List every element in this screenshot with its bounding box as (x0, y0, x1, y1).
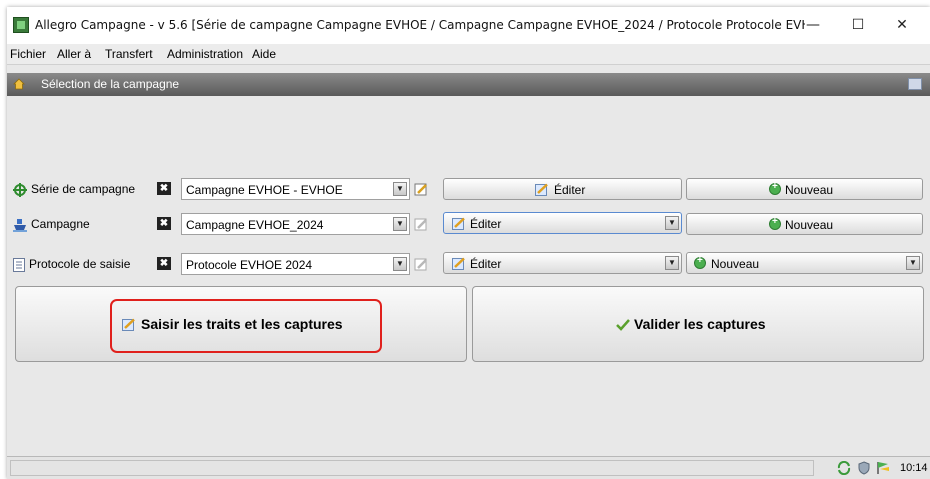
clock-time: 10:14 (900, 462, 928, 474)
maximize-button[interactable]: ☐ (843, 13, 873, 37)
clear-campagne-button[interactable]: ✖ (157, 217, 171, 230)
campagne-edit-label: Éditer (470, 217, 502, 231)
app-window: Allegro Campagne - v 5.6 [Série de campa… (7, 7, 930, 479)
campagne-select-value: Campagne EVHOE_2024 (186, 218, 324, 232)
edit-icon (452, 257, 465, 270)
serie-edit-button[interactable]: Éditer (443, 178, 682, 200)
close-button[interactable]: ✕ (887, 13, 917, 37)
campagne-label-text: Campagne (31, 217, 90, 231)
serie-label: Série de campagne (13, 182, 135, 197)
menu-transfert[interactable]: Transfert (105, 47, 153, 61)
shield-icon[interactable] (857, 461, 871, 475)
check-icon (616, 319, 630, 331)
document-icon (13, 257, 25, 272)
ship-icon (13, 218, 27, 232)
serie-new-button[interactable]: Nouveau (686, 178, 923, 200)
protocole-select[interactable]: Protocole EVHOE 2024 ▼ (181, 253, 410, 275)
title-bar: Allegro Campagne - v 5.6 [Série de campa… (7, 7, 930, 44)
serie-label-text: Série de campagne (31, 182, 136, 196)
clear-protocole-button[interactable]: ✖ (157, 257, 171, 270)
protocole-new-combo[interactable]: Nouveau ▼ (686, 252, 923, 274)
chevron-down-icon[interactable]: ▼ (665, 216, 679, 230)
section-title: Sélection de la campagne (41, 77, 180, 91)
clear-serie-button[interactable]: ✖ (157, 182, 171, 195)
add-circle-icon (769, 216, 781, 230)
serie-edit-label: Éditer (554, 183, 586, 197)
app-logo-icon (13, 17, 29, 33)
section-header: Sélection de la campagne (7, 73, 930, 96)
chevron-down-icon[interactable]: ▼ (906, 256, 920, 270)
protocole-edit-label: Éditer (470, 257, 502, 271)
chevron-down-icon[interactable]: ▼ (665, 256, 679, 270)
chevron-down-icon[interactable]: ▼ (393, 217, 407, 231)
flag-icon[interactable] (876, 461, 890, 475)
protocole-label-text: Protocole de saisie (29, 257, 131, 271)
valider-captures-button[interactable]: Valider les captures (472, 286, 924, 362)
menu-bar: Fichier Aller à Transfert Administration… (7, 44, 930, 65)
edit-icon (452, 217, 465, 230)
pencil-icon[interactable] (414, 257, 428, 271)
protocole-label: Protocole de saisie (13, 257, 130, 272)
campagne-select[interactable]: Campagne EVHOE_2024 ▼ (181, 213, 410, 235)
campagne-label: Campagne (13, 217, 90, 232)
pencil-icon[interactable] (414, 217, 428, 231)
serie-new-label: Nouveau (785, 183, 834, 197)
protocole-select-value: Protocole EVHOE 2024 (186, 258, 313, 272)
add-circle-icon (769, 181, 781, 195)
campagne-new-button[interactable]: Nouveau (686, 213, 923, 235)
protocole-new-label: Nouveau (711, 257, 760, 271)
chevron-down-icon[interactable]: ▼ (393, 182, 407, 196)
pencil-icon[interactable] (414, 182, 428, 196)
serie-select-value: Campagne EVHOE - EVHOE (186, 183, 343, 197)
campagne-edit-combo[interactable]: Éditer ▼ (443, 212, 682, 234)
edit-icon (535, 183, 548, 196)
chevron-down-icon[interactable]: ▼ (393, 257, 407, 271)
valider-label: Valider les captures (634, 316, 766, 332)
menu-administration[interactable]: Administration (167, 47, 243, 61)
window-title: Allegro Campagne - v 5.6 [Série de campa… (35, 18, 805, 32)
menu-fichier[interactable]: Fichier (10, 47, 46, 61)
add-circle-icon (694, 255, 706, 269)
minimize-button[interactable]: — (798, 13, 828, 37)
help-book-icon[interactable] (908, 78, 922, 90)
home-icon[interactable] (13, 78, 25, 90)
menu-aller-a[interactable]: Aller à (57, 47, 91, 61)
menu-aide[interactable]: Aide (252, 47, 276, 61)
serie-select[interactable]: Campagne EVHOE - EVHOE ▼ (181, 178, 410, 200)
crosshair-icon (13, 182, 27, 197)
campagne-new-label: Nouveau (785, 218, 834, 232)
protocole-edit-combo[interactable]: Éditer ▼ (443, 252, 682, 274)
highlight-annotation (110, 299, 382, 353)
sync-icon[interactable] (837, 461, 851, 475)
status-bar: 10:14 (7, 456, 930, 479)
status-message-area (10, 460, 814, 476)
